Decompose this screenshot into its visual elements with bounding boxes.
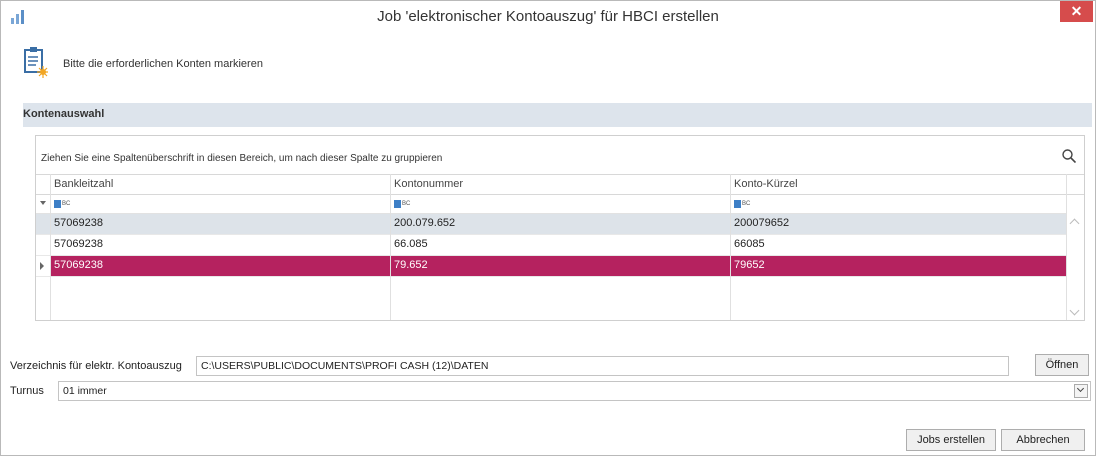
cancel-button[interactable]: Abbrechen — [1001, 429, 1085, 451]
cell-kontonummer: 79.652 — [394, 259, 428, 271]
column-label: Konto-Kürzel — [734, 178, 798, 190]
open-button[interactable]: Öffnen — [1035, 354, 1089, 376]
column-header-kontonummer[interactable]: Kontonummer — [390, 174, 730, 195]
column-label: Bankleitzahl — [54, 178, 114, 190]
text-filter-icon: BC — [734, 199, 750, 208]
cell-bankleitzahl: 57069238 — [54, 238, 103, 250]
scroll-down-icon[interactable] — [1069, 305, 1080, 316]
turnus-label: Turnus — [10, 385, 44, 397]
column-divider — [1066, 174, 1067, 320]
dialog-window: Job 'elektronischer Kontoauszug' für HBC… — [0, 0, 1096, 456]
column-divider — [50, 174, 51, 320]
turnus-select[interactable]: 01 immer — [58, 381, 1091, 401]
title-bar: Job 'elektronischer Kontoauszug' für HBC… — [1, 1, 1095, 31]
instruction-text: Bitte die erforderlichen Konten markiere… — [63, 58, 263, 70]
text-filter-icon: BC — [54, 199, 70, 208]
group-panel[interactable]: Ziehen Sie eine Spaltenüberschrift in di… — [36, 136, 1084, 174]
directory-value: C:\USERS\PUBLIC\DOCUMENTS\PROFI CASH (12… — [201, 360, 489, 372]
filter-cell-bankleitzahl[interactable]: BC — [50, 194, 390, 214]
cell-konto-kuerzel: 200079652 — [734, 217, 790, 229]
window-title: Job 'elektronischer Kontoauszug' für HBC… — [377, 8, 719, 25]
chevron-down-icon[interactable] — [1074, 384, 1088, 398]
column-divider — [730, 174, 731, 320]
directory-label: Verzeichnis für elektr. Kontoauszug — [10, 360, 182, 372]
cell-bankleitzahl: 57069238 — [54, 259, 103, 271]
group-hint: Ziehen Sie eine Spaltenüberschrift in di… — [41, 153, 443, 164]
filter-cell-kontonummer[interactable]: BC — [390, 194, 730, 214]
scroll-up-icon[interactable] — [1069, 218, 1080, 229]
header-scroll-corner — [1066, 174, 1084, 195]
table-row[interactable]: 57069238 200.079.652 200079652 — [36, 214, 1066, 235]
column-label: Kontonummer — [394, 178, 464, 190]
cell-konto-kuerzel: 79652 — [734, 259, 765, 271]
section-title: Kontenauswahl — [23, 108, 105, 120]
header-corner — [36, 174, 50, 195]
filter-icon — [40, 201, 46, 205]
search-icon[interactable] — [1062, 149, 1077, 164]
filter-row-indicator — [36, 194, 50, 214]
table-row-selected[interactable]: 57069238 79.652 79652 — [36, 256, 1066, 277]
row-indicator-cell — [36, 256, 50, 276]
cell-kontonummer: 66.085 — [394, 238, 428, 250]
column-header-konto-kuerzel[interactable]: Konto-Kürzel — [730, 174, 1066, 195]
column-divider — [390, 174, 391, 320]
row-pointer-icon — [40, 262, 44, 270]
cell-bankleitzahl: 57069238 — [54, 217, 103, 229]
turnus-value: 01 immer — [63, 385, 107, 397]
cell-konto-kuerzel: 66085 — [734, 238, 765, 250]
cell-kontonummer: 200.079.652 — [394, 217, 456, 229]
text-filter-icon: BC — [394, 199, 410, 208]
accounts-grid[interactable]: Ziehen Sie eine Spaltenüberschrift in di… — [35, 135, 1085, 321]
clipboard-icon — [24, 46, 48, 78]
table-row[interactable]: 57069238 66.085 66085 — [36, 235, 1066, 256]
close-button[interactable]: ✕ — [1060, 1, 1093, 22]
filter-cell-konto-kuerzel[interactable]: BC — [730, 194, 1066, 214]
vertical-scrollbar[interactable] — [1068, 214, 1083, 320]
section-header: Kontenauswahl — [23, 103, 1092, 127]
directory-input[interactable]: C:\USERS\PUBLIC\DOCUMENTS\PROFI CASH (12… — [196, 356, 1009, 376]
column-header-bankleitzahl[interactable]: Bankleitzahl — [50, 174, 390, 195]
create-jobs-button[interactable]: Jobs erstellen — [906, 429, 996, 451]
